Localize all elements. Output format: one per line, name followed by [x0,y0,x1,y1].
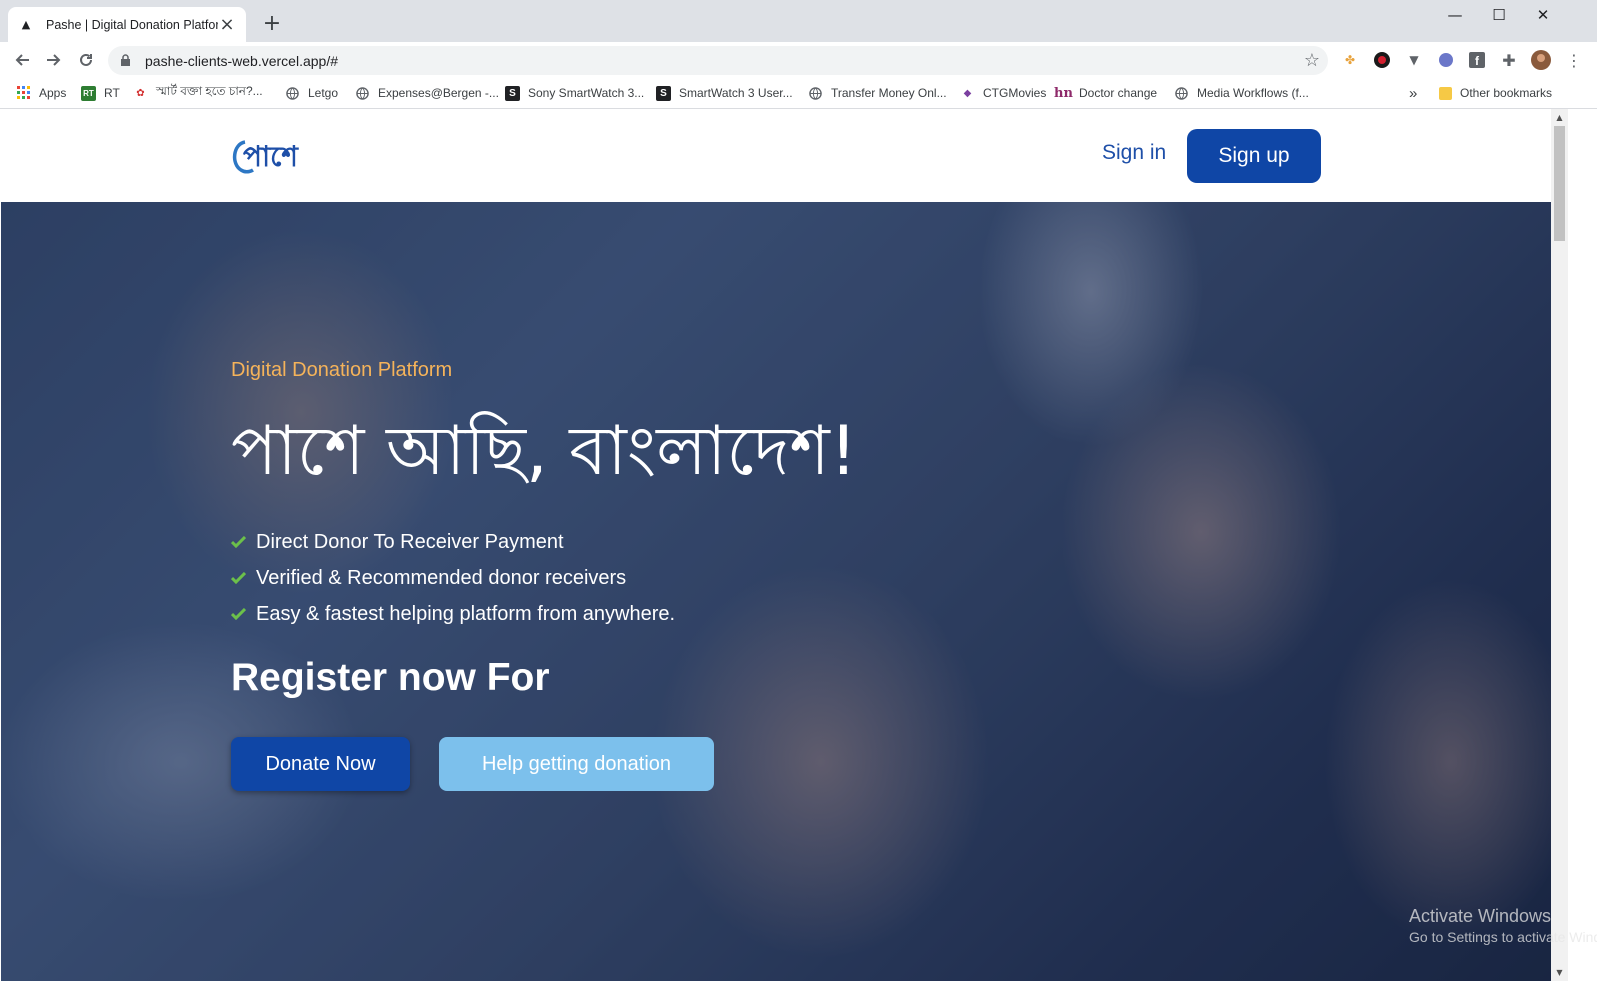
minimize-button[interactable]: — [1432,0,1478,30]
other-bookmarks-label: Other bookmarks [1460,86,1553,100]
bookmark-smartwatch-user[interactable]: S SmartWatch 3 User... [656,83,793,103]
bookmark-apps[interactable]: Apps [16,83,66,103]
bookmark-media-workflows[interactable]: Media Workflows (f... [1174,83,1309,103]
bookmark-label: Sony SmartWatch 3... [528,86,645,100]
bookmark-star-icon[interactable]: ☆ [1304,50,1320,71]
bookmarks-bar: Apps RT RT ✿ স্মার্ট বক্তা হতে চান?... L… [0,78,1597,109]
sign-in-link[interactable]: Sign in [1102,141,1166,165]
check-icon [231,535,247,549]
close-tab-icon[interactable]: × [218,15,236,33]
feature-item: Direct Donor To Receiver Payment [231,524,675,560]
bookmark-doctor-change[interactable]: hn Doctor change [1054,83,1158,103]
hero-headline: পাশে আছি, বাংলাদেশ! [231,412,858,491]
back-arrow-icon [15,54,29,66]
menu-kebab-icon[interactable]: ⋮ [1564,50,1584,70]
browser-tab[interactable]: ▲ Pashe | Digital Donation Platform × [8,7,246,42]
check-icon [231,571,247,585]
bookmark-label: Doctor change [1079,86,1158,100]
reload-button[interactable] [73,47,99,73]
bookmark-transfer-money[interactable]: Transfer Money Onl... [808,83,947,103]
page-scrollbar[interactable]: ▲ ▼ [1551,109,1568,981]
feature-item: Easy & fastest helping platform from any… [231,596,675,632]
extensions-puzzle-icon[interactable]: ✚ [1499,50,1519,70]
s-icon: S [505,85,520,101]
new-tab-button[interactable]: + [258,11,286,39]
profile-avatar[interactable] [1531,50,1551,70]
extension-f-icon[interactable]: f [1467,50,1487,70]
site-header: পাশে Sign in Sign up [1,109,1581,205]
forward-button[interactable] [41,47,67,73]
feature-text: Verified & Recommended donor receivers [256,566,627,589]
scrollbar-thumb[interactable] [1554,126,1565,241]
register-heading: Register now For [231,656,550,699]
watermark-line1: Activate Windows [1409,906,1552,926]
tab-title: Pashe | Digital Donation Platform [46,17,218,32]
rt-icon: RT [81,85,96,101]
globe-icon [355,86,370,101]
bookmark-letgo[interactable]: Letgo [285,83,338,103]
feature-item: Verified & Recommended donor receivers [231,560,675,596]
bookmark-label: Letgo [308,86,339,100]
logo-text: পাশে [243,140,299,173]
check-icon [231,607,247,621]
globe-icon [1174,86,1189,101]
bookmark-label: স্মার্ট বক্তা হতে চান?... [156,84,263,98]
globe-icon [285,86,300,101]
extension-colorful-icon[interactable]: ✤ [1340,50,1360,70]
feature-text: Direct Donor To Receiver Payment [256,530,564,553]
page-viewport: পাশে Sign in Sign up Digital Donation Pl… [1,109,1581,981]
bookmark-label: Transfer Money Onl... [831,86,947,100]
ctg-icon: ◆ [963,87,972,99]
back-button[interactable] [9,47,35,73]
windows-activation-watermark: Activate Windows Go to Settings to activ… [1409,906,1597,945]
bookmarks-overflow-button[interactable]: » [1409,83,1417,103]
donate-now-button[interactable]: Donate Now [231,737,410,791]
bookmark-label: Expenses@Bergen -... [378,86,499,100]
forward-arrow-icon [47,54,61,66]
s-icon: S [656,85,671,101]
pashe-logo[interactable]: পাশে [231,134,331,180]
feature-list: Direct Donor To Receiver Payment Verifie… [231,524,675,632]
bookmark-label: RT [104,86,120,100]
scroll-up-arrow-icon[interactable]: ▲ [1551,109,1568,126]
bookmark-ctgmovies[interactable]: ◆ CTGMovies [960,83,1047,103]
bookmark-label: SmartWatch 3 User... [679,86,793,100]
bookmark-sony-smartwatch[interactable]: S Sony SmartWatch 3... [505,83,644,103]
close-window-button[interactable]: ✕ [1520,0,1566,30]
hero-eyebrow: Digital Donation Platform [231,359,453,381]
sign-up-button[interactable]: Sign up [1187,129,1321,183]
bookmark-label: CTGMovies [983,86,1047,100]
maximize-button[interactable]: ☐ [1476,0,1522,30]
help-getting-donation-button[interactable]: Help getting donation [439,737,714,791]
browser-toolbar: pashe-clients-web.vercel.app/# ☆ ✤ ▼ f ✚… [0,42,1597,78]
hn-icon: hn [1054,85,1073,101]
extension-v-icon[interactable]: ▼ [1404,50,1424,70]
globe-icon [808,86,823,101]
hero-section: Digital Donation Platform পাশে আছি, বাংল… [1,202,1551,981]
address-bar[interactable]: pashe-clients-web.vercel.app/# ☆ [108,46,1328,75]
scroll-down-arrow-icon[interactable]: ▼ [1551,964,1568,981]
bookmark-label: Media Workflows (f... [1197,86,1309,100]
extension-globe-icon[interactable] [1436,50,1456,70]
bookmark-label: Apps [39,86,67,100]
feature-text: Easy & fastest helping platform from any… [256,602,676,625]
watermark-line2: Go to Settings to activate Windows. [1409,929,1597,945]
apps-grid-icon [16,86,31,101]
other-bookmarks[interactable]: Other bookmarks [1439,83,1552,103]
bookmark-expenses[interactable]: Expenses@Bergen -... [355,83,499,103]
bookmark-rt[interactable]: RT RT [81,83,120,103]
tab-strip: ▲ Pashe | Digital Donation Platform × + … [0,0,1597,42]
reload-icon [80,53,92,66]
folder-icon [1439,86,1452,100]
lock-icon [120,54,132,67]
bookmark-bangla[interactable]: ✿ স্মার্ট বক্তা হতে চান?... [133,83,263,103]
triangle-favicon-icon: ▲ [21,18,31,31]
bookmark-icon: ✿ [136,87,145,99]
url-text[interactable]: pashe-clients-web.vercel.app/# [145,53,1304,69]
extension-red-circle-icon[interactable] [1372,50,1392,70]
